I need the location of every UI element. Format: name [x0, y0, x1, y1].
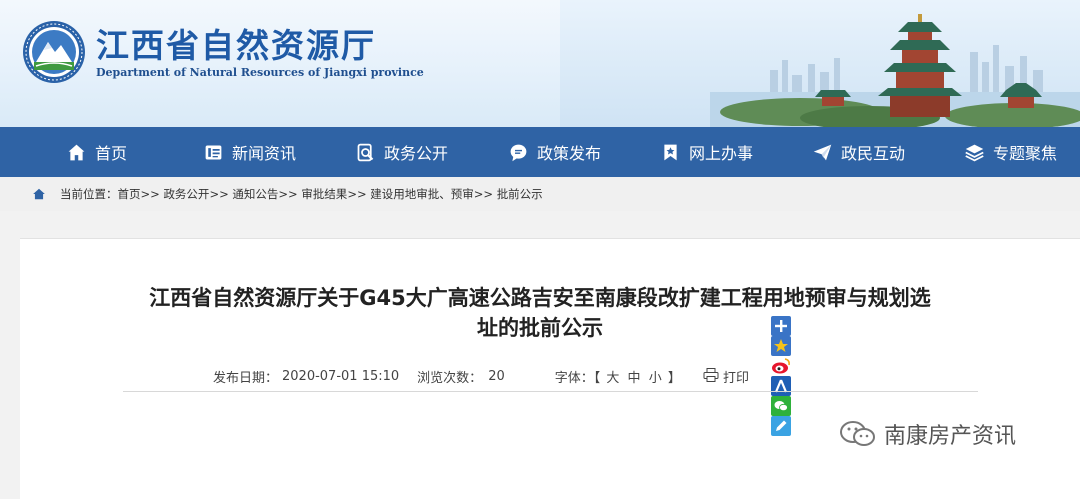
- print-button[interactable]: 打印: [703, 367, 749, 386]
- font-small-link[interactable]: 小: [649, 371, 662, 386]
- layers-icon: [965, 144, 984, 161]
- view-count: 20: [488, 368, 505, 384]
- font-size-label: 字体：【: [554, 370, 601, 386]
- print-label: 打印: [723, 370, 750, 386]
- nav-label: 网上办事: [689, 144, 754, 163]
- font-large-link[interactable]: 大: [606, 371, 619, 386]
- breadcrumb-notices[interactable]: 通知公告: [232, 186, 278, 202]
- department-logo-icon[interactable]: [22, 20, 86, 84]
- site-header: 江西省自然资源厅 Department of Natural Resources…: [0, 0, 1080, 127]
- breadcrumb-land-approval[interactable]: 建设用地审批、预审: [370, 186, 474, 202]
- share-weibo-icon[interactable]: [771, 356, 792, 376]
- news-icon: [205, 145, 222, 159]
- share-renren-icon[interactable]: [771, 376, 792, 396]
- home-icon: [68, 144, 85, 160]
- article-meta: 发布日期： 2020-07-01 15:10 浏览次数： 20 字体：【 大 中…: [213, 316, 792, 436]
- article-card: 江西省自然资源厅关于G45大广高速公路吉安至南康段改扩建工程用地预审与规划选 址…: [20, 238, 1080, 499]
- share-qzone-icon[interactable]: [771, 336, 792, 356]
- paper-plane-icon: [813, 144, 832, 160]
- home-icon: [33, 188, 45, 200]
- wechat-icon: [840, 421, 875, 446]
- publish-date: 2020-07-01 15:10: [282, 368, 400, 384]
- main-nav: 首页 新闻资讯 政务公开 政策发布 网上办事 政民互动 专题聚焦: [0, 127, 1080, 177]
- font-size-control: 字体：【 大 中 小 】: [555, 367, 681, 386]
- article-title-line: 址的批前公示: [477, 316, 603, 340]
- breadcrumb-gov-affairs[interactable]: 政务公开: [163, 186, 209, 202]
- printer-icon: [703, 367, 719, 382]
- share-edit-icon[interactable]: [771, 416, 792, 436]
- bookmark-icon: [664, 144, 677, 160]
- share-wechat-icon[interactable]: [771, 396, 792, 416]
- breadcrumb-home[interactable]: 首页: [118, 186, 141, 202]
- nav-item-topics[interactable]: 专题聚焦: [964, 127, 1057, 177]
- nav-label: 政民互动: [841, 144, 906, 163]
- breadcrumb-separator: >>: [209, 187, 229, 201]
- breadcrumb-separator: >>: [347, 187, 367, 201]
- nav-label: 政务公开: [384, 144, 449, 163]
- chat-bubble-icon: [510, 144, 527, 161]
- breadcrumb-pre-approval-notice[interactable]: 批前公示: [497, 186, 543, 202]
- share-bar: [771, 316, 792, 436]
- breadcrumb-separator: >>: [278, 187, 298, 201]
- breadcrumb-prefix: 当前位置：: [60, 187, 118, 201]
- date-label: 发布日期：: [213, 370, 279, 386]
- search-doc-icon: [357, 143, 374, 161]
- nav-item-news[interactable]: 新闻资讯: [203, 127, 296, 177]
- nav-item-online-service[interactable]: 网上办事: [660, 127, 753, 177]
- nav-item-policy[interactable]: 政策发布: [508, 127, 601, 177]
- site-subtitle: Department of Natural Resources of Jiang…: [96, 66, 424, 79]
- breadcrumb-separator: >>: [473, 187, 494, 201]
- pavilion-scenery-image: [560, 0, 1080, 127]
- nav-label: 专题聚焦: [993, 144, 1058, 163]
- article-title: 江西省自然资源厅关于G45大广高速公路吉安至南康段改扩建工程用地预审与规划选 址…: [20, 283, 1060, 343]
- nav-label: 新闻资讯: [232, 144, 297, 163]
- wechat-watermark: 南康房产资讯: [838, 418, 1016, 450]
- font-medium-link[interactable]: 中: [628, 371, 641, 386]
- nav-item-interaction[interactable]: 政民互动: [812, 127, 905, 177]
- breadcrumb-separator: >>: [140, 187, 160, 201]
- article-title-line: 江西省自然资源厅关于G45大广高速公路吉安至南康段改扩建工程用地预审与规划选: [149, 286, 931, 310]
- meta-divider: [123, 391, 978, 392]
- breadcrumb-approval-results[interactable]: 审批结果: [301, 186, 347, 202]
- share-more-icon[interactable]: [771, 316, 792, 336]
- watermark-text: 南康房产资讯: [884, 424, 1017, 449]
- views-label: 浏览次数：: [417, 370, 483, 386]
- nav-label: 首页: [95, 144, 128, 163]
- breadcrumb: 当前位置： 首页 >> 政务公开 >> 通知公告 >> 审批结果 >> 建设用地…: [0, 177, 1080, 211]
- font-size-end: 】: [667, 370, 681, 386]
- nav-item-home[interactable]: 首页: [66, 127, 127, 177]
- nav-label: 政策发布: [537, 144, 602, 163]
- nav-item-gov-affairs[interactable]: 政务公开: [355, 127, 448, 177]
- site-title: 江西省自然资源厅: [96, 26, 376, 65]
